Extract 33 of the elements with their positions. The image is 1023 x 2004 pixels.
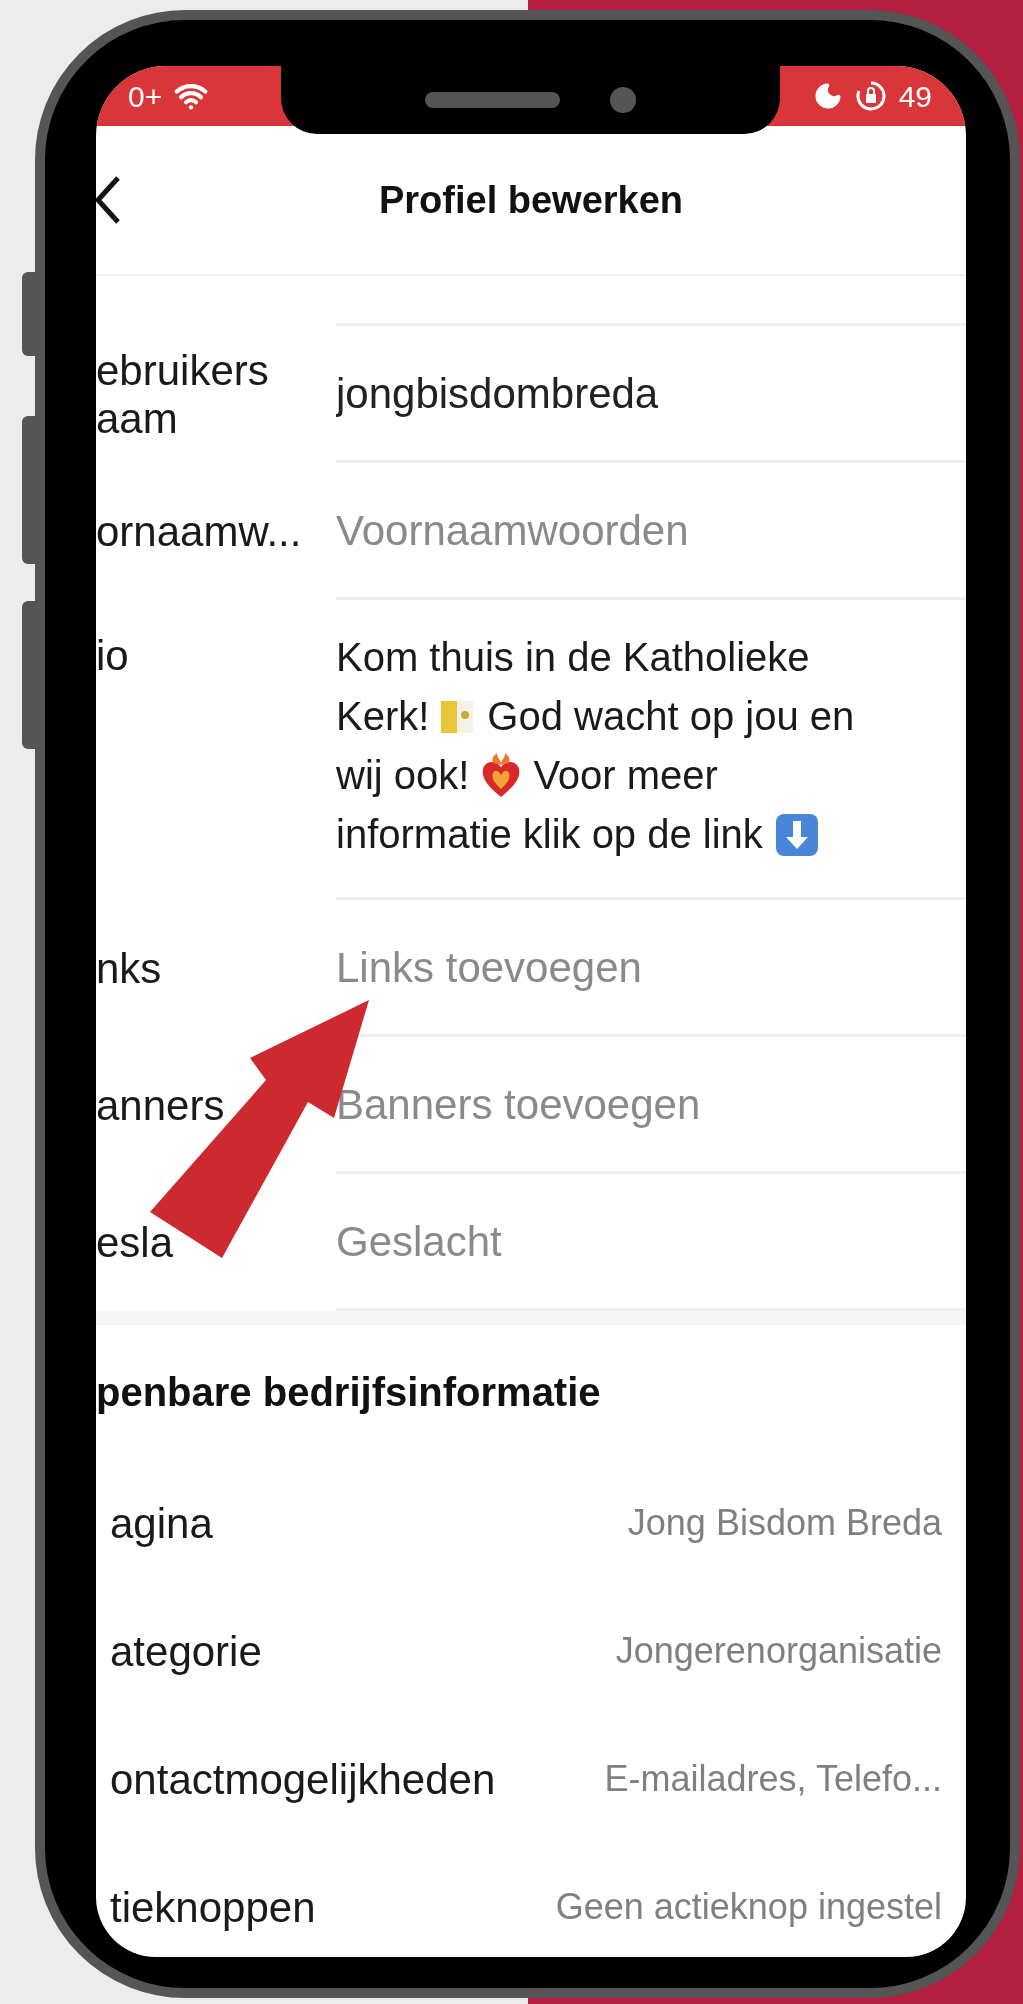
status-text: 0+ <box>128 78 163 115</box>
rotation-lock-icon <box>854 80 887 112</box>
row-value: Geen actieknop ingestel <box>555 1885 942 1929</box>
field-label: ebruikers aam <box>96 346 270 443</box>
settings-row[interactable]: tieknoppen Geen actieknop ingestel <box>96 1843 966 1957</box>
bio-text: God wacht op jou en <box>487 693 855 740</box>
bio-text: wij ook! <box>336 752 470 799</box>
settings-row[interactable]: agina Jong Bisdom Breda <box>96 1459 966 1587</box>
field-label: esla <box>96 1218 174 1267</box>
row-label: agina <box>110 1498 213 1549</box>
row-label: ontactmogelijkheden <box>110 1754 496 1805</box>
row-value: Jongerenorganisatie <box>615 1629 942 1673</box>
field-label: ornaamw... <box>96 507 302 556</box>
field-label: anners <box>96 1081 225 1130</box>
page-title: Profiel bewerken <box>378 177 684 223</box>
settings-row[interactable]: ategorie Jongerenorganisatie <box>96 1587 966 1715</box>
bio-text: Kom thuis in de Katholieke <box>336 634 810 681</box>
row-label: tieknoppen <box>110 1882 316 1933</box>
bio-text: Voor meer <box>533 752 718 799</box>
settings-row[interactable]: ontactmogelijkheden E-mailadres, Telefo... <box>96 1715 966 1843</box>
field-label: nks <box>96 944 162 993</box>
row-value: E-mailadres, Telefo... <box>604 1757 942 1801</box>
battery-text: 49 <box>898 78 932 115</box>
field-label: io <box>96 632 129 679</box>
text-field[interactable]: Links toevoegen <box>336 939 936 995</box>
text-field[interactable]: Geslacht <box>336 1213 936 1269</box>
row-label: ategorie <box>110 1626 262 1677</box>
back-icon[interactable] <box>96 174 120 226</box>
bio-text: informatie klik op de link <box>336 811 763 858</box>
text-field[interactable]: Voornaamwoorden <box>336 502 936 558</box>
row-value: Jong Bisdom Breda <box>627 1501 942 1545</box>
bio-text: Kerk! <box>336 693 430 740</box>
section-heading: penbare bedrijfsinformatie <box>96 1369 601 1416</box>
